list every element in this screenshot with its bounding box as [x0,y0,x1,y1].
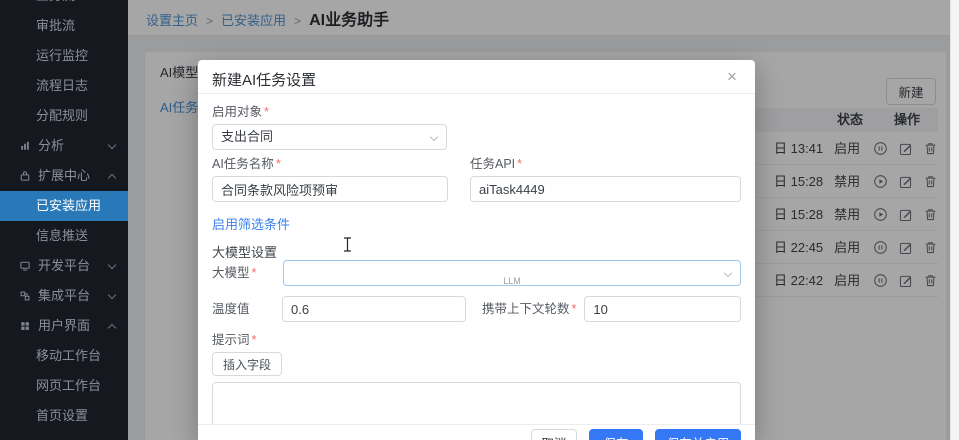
sidebar-item-label: 用户界面 [38,311,90,341]
sidebar-item-label: 审批流 [36,11,75,41]
dev-platform-icon [19,260,31,272]
chevron-up-icon [108,174,116,182]
context-rounds-label-text: 携带上下文轮数 [482,302,570,316]
sidebar-item-label: 运行监控 [36,41,88,71]
sidebar-item-label: 已安装应用 [36,191,101,221]
prompt-label: 提示词* [212,332,741,348]
sidebar-item-用户界面[interactable]: 用户界面 [0,311,128,341]
sidebar-item-label: 网页工作台 [36,371,101,401]
prompt-label-text: 提示词 [212,333,250,347]
sidebar-item-label: 移动工作台 [36,341,101,371]
required-asterisk: * [252,266,257,280]
task-name-input[interactable] [212,176,448,202]
required-asterisk: * [252,333,257,347]
close-icon: × [727,67,737,86]
modal-body: 启用对象* 支出合同 AI任务名称* 任务API* [198,94,755,440]
enable-target-label: 启用对象* [212,104,741,120]
context-rounds-label: 携带上下文轮数* [482,301,576,317]
sidebar-item-label: 流程日志 [36,71,88,101]
modal-title: 新建AI任务设置 [212,72,316,89]
llm-section-title: 大模型设置 [212,242,741,258]
chevron-down-icon [108,291,116,299]
sidebar-item-label: 开发平台 [38,251,90,281]
sidebar-item-开发平台[interactable]: 开发平台 [0,251,128,281]
required-asterisk: * [572,302,577,316]
sidebar-item-业务流[interactable]: 业务流 [0,0,128,11]
temperature-label: 温度值 [212,301,282,317]
sidebar-item-集成平台[interactable]: 集成平台 [0,281,128,311]
enable-target-select[interactable]: 支出合同 [212,124,447,150]
llm-label: 大模型* [212,265,283,281]
modal-footer: 取消 保存 保存并启用 [198,424,755,440]
sidebar-item-运行监控[interactable]: 运行监控 [0,41,128,71]
insert-field-button[interactable]: 插入字段 [212,352,282,376]
sidebar-item-审批流[interactable]: 审批流 [0,11,128,41]
temperature-input[interactable] [282,296,466,322]
enable-target-label-text: 启用对象 [212,105,262,119]
sidebar-item-label: 扩展中心 [38,161,90,191]
extension-center-icon [19,170,31,182]
cancel-button[interactable]: 取消 [531,429,577,440]
modal-header: 新建AI任务设置 × [198,60,755,94]
user-interface-icon [19,320,31,332]
sidebar-item-label: 分析 [38,131,64,161]
required-asterisk: * [517,157,522,171]
sidebar-item-分析[interactable]: 分析 [0,131,128,161]
task-name-label-text: AI任务名称 [212,157,274,171]
chevron-down-icon [430,133,438,141]
sidebar-item-label: 集成平台 [38,281,90,311]
context-rounds-input[interactable] [584,296,741,322]
save-and-enable-button[interactable]: 保存并启用 [655,429,741,440]
new-ai-task-modal: 新建AI任务设置 × 启用对象* 支出合同 AI任务名称* [198,60,755,440]
sidebar-item-流程日志[interactable]: 流程日志 [0,71,128,101]
sidebar-item-网页工作台[interactable]: 网页工作台 [0,371,128,401]
integration-platform-icon [19,290,31,302]
llm-select[interactable]: LLM [283,260,741,286]
sidebar-item-label: 业务流 [36,0,75,11]
task-api-input[interactable] [470,176,741,202]
enable-filter-link[interactable]: 启用筛选条件 [212,214,290,233]
sidebar-item-label: 首页设置 [36,401,88,431]
chevron-down-icon [108,141,116,149]
save-button[interactable]: 保存 [589,429,643,440]
sidebar-item-移动工作台[interactable]: 移动工作台 [0,341,128,371]
sidebar-item-已安装应用[interactable]: 已安装应用 [0,191,128,221]
task-api-label-text: 任务API [470,157,515,171]
required-asterisk: * [276,157,281,171]
sidebar: 业务流审批流运行监控流程日志分配规则分析扩展中心已安装应用信息推送开发平台集成平… [0,0,128,440]
sidebar-menu: 业务流审批流运行监控流程日志分配规则分析扩展中心已安装应用信息推送开发平台集成平… [0,0,128,431]
sidebar-item-信息推送[interactable]: 信息推送 [0,221,128,251]
enable-target-value: 支出合同 [221,129,273,144]
analysis-icon [19,140,31,152]
sidebar-item-首页设置[interactable]: 首页设置 [0,401,128,431]
llm-select-partial-text: LLM [284,269,740,286]
task-name-label: AI任务名称* [212,156,448,172]
sidebar-item-label: 信息推送 [36,221,88,251]
close-button[interactable]: × [721,66,743,88]
sidebar-item-扩展中心[interactable]: 扩展中心 [0,161,128,191]
required-asterisk: * [264,105,269,119]
sidebar-item-label: 分配规则 [36,101,88,131]
chevron-down-icon [108,261,116,269]
page-scrollbar[interactable] [950,0,959,440]
page: 业务流审批流运行监控流程日志分配规则分析扩展中心已安装应用信息推送开发平台集成平… [0,0,959,440]
llm-label-text: 大模型 [212,266,250,280]
chevron-up-icon [108,324,116,332]
sidebar-item-分配规则[interactable]: 分配规则 [0,101,128,131]
task-api-label: 任务API* [470,156,741,172]
